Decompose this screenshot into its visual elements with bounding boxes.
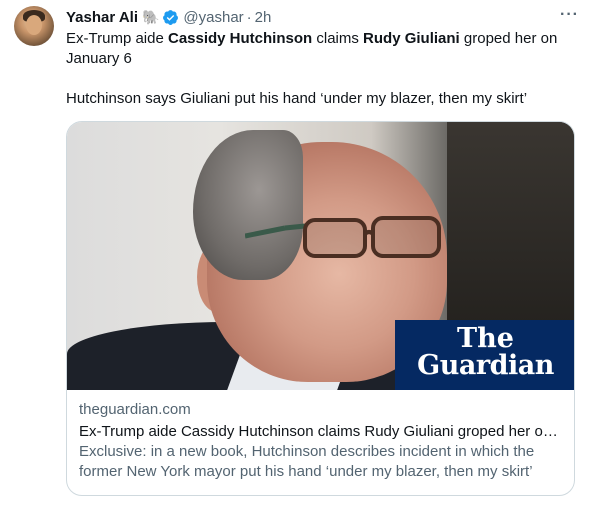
- mention-cassidy-hutchinson: Cassidy Hutchinson: [167, 30, 313, 47]
- author-name[interactable]: Yashar Ali: [66, 9, 138, 26]
- card-title: Ex-Trump aide Cassidy Hutchinson claims …: [79, 423, 564, 440]
- guardian-logo: The Guardian: [395, 320, 574, 390]
- card-domain: theguardian.com: [79, 401, 191, 418]
- timestamp[interactable]: 2h: [255, 9, 272, 26]
- elephant-emoji-icon: 🐘: [141, 9, 160, 25]
- tweet-text-line2: Hutchinson says Giuliani put his hand ‘u…: [66, 90, 528, 107]
- card-body: theguardian.com Ex-Trump aide Cassidy Hu…: [79, 400, 564, 482]
- separator-dot: ·: [246, 8, 252, 26]
- more-options-icon[interactable]: ···: [560, 6, 579, 24]
- card-description: Exclusive: in a new book, Hutchinson des…: [79, 443, 535, 480]
- card-image[interactable]: The Guardian: [67, 122, 574, 390]
- mention-rudy-giuliani: Rudy Giuliani: [363, 30, 460, 47]
- tweet-text: Ex-Trump aide Cassidy Hutchinson claims …: [66, 29, 571, 109]
- avatar[interactable]: [14, 6, 54, 46]
- photo-glasses: [245, 216, 441, 258]
- tweet-text-line1: Ex-Trump aide Cassidy Hutchinson claims …: [66, 30, 558, 67]
- link-preview-card[interactable]: The Guardian theguardian.com Ex-Trump ai…: [66, 121, 575, 496]
- verified-badge-icon: [163, 9, 179, 25]
- tweet-header: Yashar Ali 🐘 @yashar · 2h ···: [66, 6, 579, 28]
- author-handle[interactable]: @yashar: [183, 9, 243, 26]
